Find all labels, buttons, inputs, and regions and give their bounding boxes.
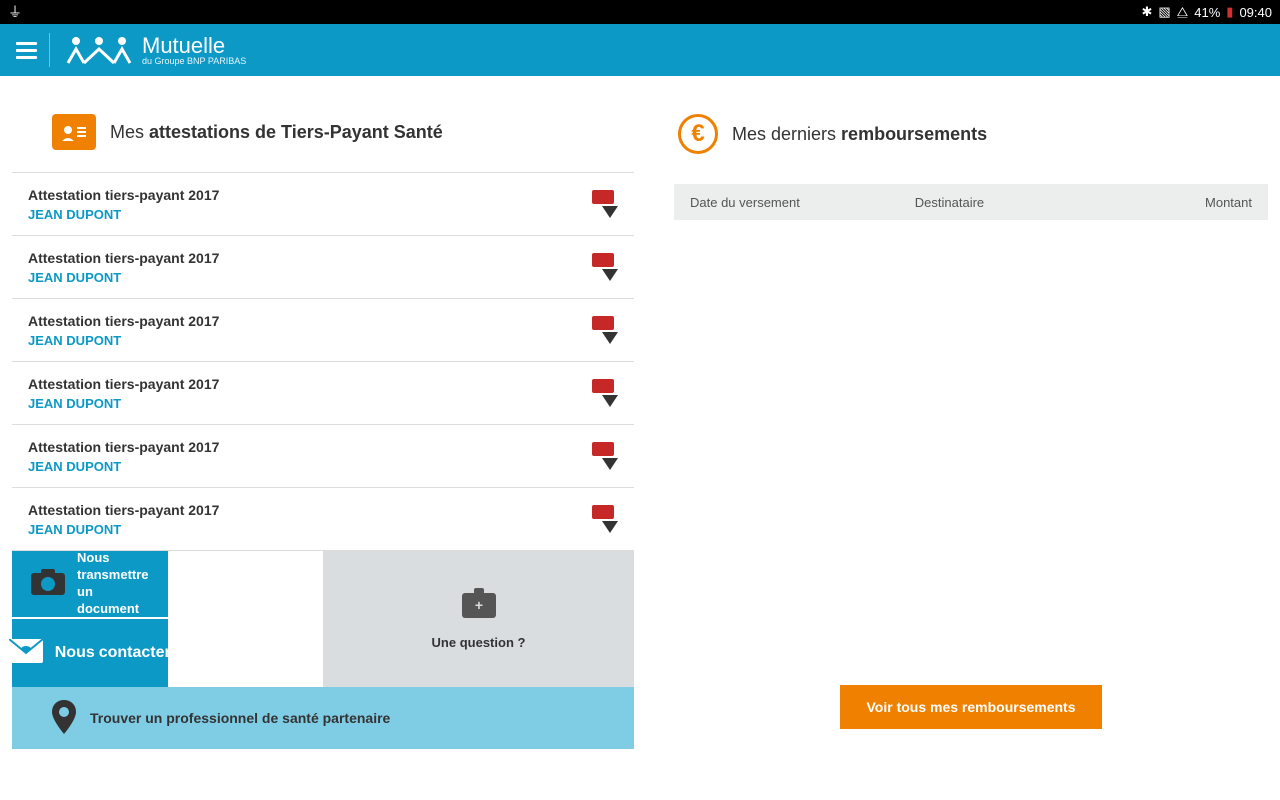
pin-icon — [52, 700, 76, 737]
menu-button[interactable] — [16, 33, 50, 67]
envelope-icon — [9, 639, 43, 668]
people-icon — [64, 35, 134, 65]
attestation-row[interactable]: Attestation tiers-payant 2017 JEAN DUPONT — [12, 236, 634, 299]
attestations-header: Mes attestations de Tiers-Payant Santé — [12, 106, 634, 172]
col-date: Date du versement — [690, 195, 915, 210]
wifi-icon: ⧋ — [1177, 4, 1189, 20]
attestation-list: Attestation tiers-payant 2017 JEAN DUPONT… — [12, 172, 634, 551]
attestation-title: Attestation tiers-payant 2017 — [28, 250, 219, 266]
reimbursements-empty — [674, 220, 1268, 685]
clock: 09:40 — [1239, 5, 1272, 20]
camera-icon — [31, 569, 65, 600]
contact-button[interactable]: Nous contacter — [12, 619, 168, 687]
pdf-icon[interactable] — [592, 253, 618, 281]
attestation-row[interactable]: Attestation tiers-payant 2017 JEAN DUPONT — [12, 173, 634, 236]
battery-percent: 41% — [1194, 5, 1220, 20]
attestation-person: JEAN DUPONT — [28, 207, 219, 222]
pdf-icon[interactable] — [592, 505, 618, 533]
vibrate-icon: ▧ — [1158, 4, 1170, 20]
euro-icon: € — [678, 114, 718, 154]
attestation-person: JEAN DUPONT — [28, 333, 219, 348]
view-all-reimbursements-button[interactable]: Voir tous mes remboursements — [840, 685, 1101, 729]
remb-title-prefix: Mes derniers — [732, 124, 841, 144]
bluetooth-icon: ✱ — [1141, 4, 1152, 20]
pdf-icon[interactable] — [592, 442, 618, 470]
svg-text:+: + — [474, 597, 482, 613]
pdf-icon[interactable] — [592, 316, 618, 344]
attestation-person: JEAN DUPONT — [28, 522, 219, 537]
transmit-document-button[interactable]: Nous transmettreun document — [12, 551, 168, 619]
find-professional-button[interactable]: Trouver un professionnel de santé parten… — [12, 687, 634, 749]
pdf-icon[interactable] — [592, 379, 618, 407]
app-header: Mutuelle du Groupe BNP PARIBAS — [0, 24, 1280, 76]
attestation-title: Attestation tiers-payant 2017 — [28, 187, 219, 203]
usb-icon: ⏚ — [8, 2, 22, 22]
attestation-row[interactable]: Attestation tiers-payant 2017 JEAN DUPONT — [12, 299, 634, 362]
attestation-title: Attestation tiers-payant 2017 — [28, 313, 219, 329]
attestation-title: Attestation tiers-payant 2017 — [28, 502, 219, 518]
attestation-row[interactable]: Attestation tiers-payant 2017 JEAN DUPONT — [12, 362, 634, 425]
col-amount: Montant — [1140, 195, 1252, 210]
android-status-bar: ⏚ ✱ ▧ ⧋ 41% ▮ 09:40 — [0, 0, 1280, 24]
attestation-person: JEAN DUPONT — [28, 459, 219, 474]
attestation-person: JEAN DUPONT — [28, 270, 219, 285]
attestation-row[interactable]: Attestation tiers-payant 2017 JEAN DUPONT — [12, 425, 634, 488]
attestation-title: Attestation tiers-payant 2017 — [28, 376, 219, 392]
attestations-title: attestations de Tiers-Payant Santé — [149, 122, 443, 142]
reimbursements-table-header: Date du versement Destinataire Montant — [674, 184, 1268, 220]
briefcase-icon: + — [462, 588, 496, 621]
remb-title: remboursements — [841, 124, 987, 144]
quick-actions: Nous transmettreun document Nous contact… — [12, 551, 634, 749]
question-label: Une question ? — [432, 635, 526, 650]
brand-name: Mutuelle — [142, 35, 246, 57]
question-button[interactable]: + Une question ? — [323, 551, 634, 687]
attestation-person: JEAN DUPONT — [28, 396, 219, 411]
col-recipient: Destinataire — [915, 195, 1140, 210]
brand-subtitle: du Groupe BNP PARIBAS — [142, 57, 246, 66]
attestation-title: Attestation tiers-payant 2017 — [28, 439, 219, 455]
attestation-row[interactable]: Attestation tiers-payant 2017 JEAN DUPONT — [12, 488, 634, 551]
id-card-icon — [52, 114, 96, 150]
battery-icon: ▮ — [1226, 4, 1233, 20]
reimbursements-header: € Mes derniers remboursements — [674, 106, 1268, 176]
pdf-icon[interactable] — [592, 190, 618, 218]
brand-logo[interactable]: Mutuelle du Groupe BNP PARIBAS — [64, 35, 246, 66]
attestations-title-prefix: Mes — [110, 122, 149, 142]
